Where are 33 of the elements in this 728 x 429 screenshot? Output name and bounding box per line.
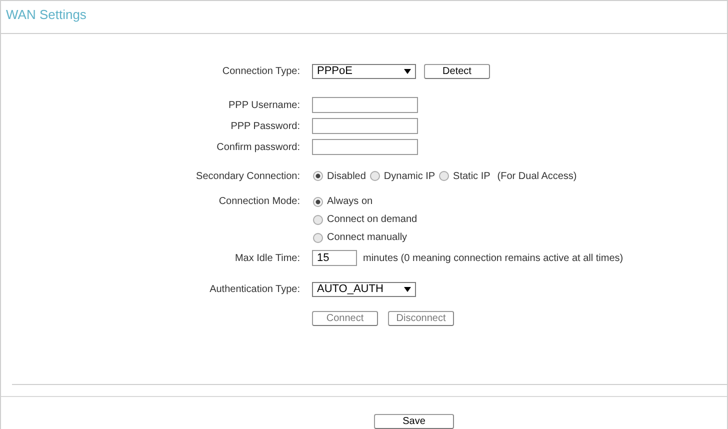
caret-icon — [404, 286, 411, 292]
field-label: Secondary Connection: — [195, 170, 301, 182]
input-field[interactable] — [312, 139, 418, 156]
field-label: Max Idle Time: — [234, 252, 301, 264]
field-label: PPP Password: — [230, 120, 301, 132]
radio-label: Always on — [327, 196, 373, 208]
radio-label: Static IP — [453, 170, 490, 182]
input-field[interactable] — [312, 97, 418, 114]
caret-icon — [404, 68, 411, 74]
radio-button[interactable] — [370, 171, 380, 182]
radio-label: Connect manually — [327, 232, 408, 244]
radio-button[interactable] — [313, 196, 323, 207]
authentication-type-dropdown[interactable]: AUTO_AUTH — [312, 282, 416, 297]
connection-type-dropdown[interactable]: PPPoE — [312, 64, 416, 79]
radio-button[interactable] — [313, 171, 323, 182]
input-field[interactable]: 15 — [312, 250, 357, 266]
radio-label: Disabled — [327, 170, 366, 182]
note-text: (For Dual Access) — [497, 170, 577, 182]
save-button[interactable]: Save — [374, 414, 454, 429]
field-label: Authentication Type: — [208, 284, 301, 295]
field-label: PPP Username: — [227, 100, 301, 111]
radio-label: Connect on demand — [327, 214, 418, 226]
radio-label: Dynamic IP — [384, 170, 436, 182]
field-label: Connection Type: — [221, 66, 301, 77]
hint-text: minutes (0 meaning connection remains active at all times) — [363, 252, 624, 264]
detect-button[interactable]: Detect — [424, 64, 490, 79]
radio-button[interactable] — [313, 214, 323, 225]
input-field[interactable] — [312, 118, 418, 134]
radio-button[interactable] — [439, 171, 450, 182]
field-label: Connection Mode: — [218, 196, 300, 208]
page-title: WAN Settings — [6, 7, 86, 22]
radio-button[interactable] — [313, 232, 323, 243]
field-label: Confirm password: — [216, 142, 301, 153]
